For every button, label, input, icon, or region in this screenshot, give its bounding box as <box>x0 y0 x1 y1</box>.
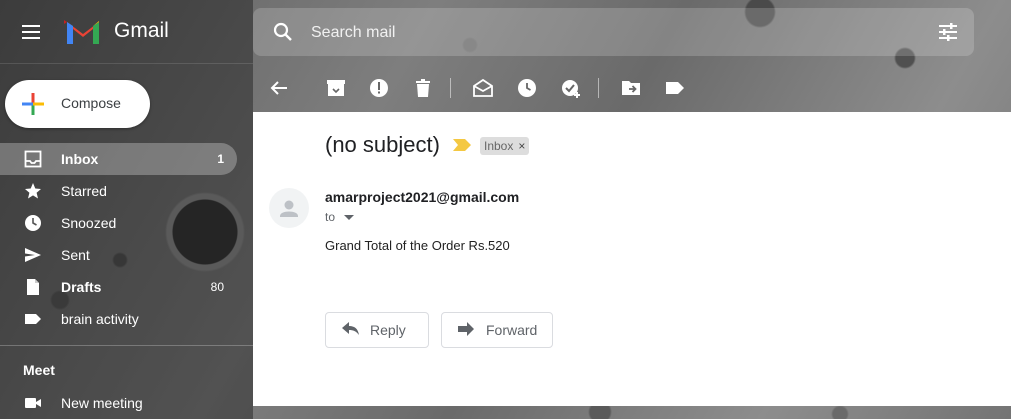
delete-icon[interactable] <box>411 76 435 100</box>
back-arrow-icon[interactable] <box>267 76 291 100</box>
sender-email[interactable]: amarproject2021@gmail.com <box>325 189 519 205</box>
new-meeting-label: New meeting <box>61 395 143 411</box>
gmail-logo-icon[interactable] <box>64 16 102 46</box>
add-to-tasks-icon[interactable] <box>559 76 583 100</box>
toolbar-divider <box>450 78 451 98</box>
compose-label: Compose <box>61 95 121 111</box>
archive-icon[interactable] <box>324 76 348 100</box>
sidebar-item-drafts[interactable]: Drafts 80 <box>0 271 237 303</box>
compose-button[interactable]: Compose <box>5 80 150 128</box>
unread-count: 1 <box>217 152 224 166</box>
remove-label-button[interactable]: × <box>518 139 525 153</box>
inbox-label-chip: Inbox × <box>480 137 530 155</box>
to-label: to <box>325 210 336 224</box>
send-icon <box>25 248 41 262</box>
header-divider <box>0 63 253 64</box>
sidebar-item-label: Drafts <box>61 279 102 295</box>
forward-button[interactable]: Forward <box>441 312 553 348</box>
mark-unread-icon[interactable] <box>471 76 495 100</box>
importance-marker-icon[interactable] <box>453 139 471 151</box>
chevron-down-icon <box>344 214 355 220</box>
sidebar-item-label: brain activity <box>61 311 139 327</box>
message-subject: (no subject) <box>325 132 440 157</box>
sidebar-item-label: Starred <box>61 183 107 199</box>
reply-icon <box>342 322 359 335</box>
label-icon <box>25 314 41 324</box>
sidebar-item-inbox[interactable]: Inbox 1 <box>0 143 237 175</box>
recipient-details-toggle[interactable]: to <box>325 210 355 224</box>
meet-header: Meet <box>23 362 55 378</box>
label-chip-text: Inbox <box>484 139 514 153</box>
toolbar-divider <box>598 78 599 98</box>
inbox-icon <box>24 150 42 168</box>
sidebar-item-sent[interactable]: Sent <box>0 239 237 271</box>
sidebar-item-brain-activity[interactable]: brain activity <box>0 303 237 335</box>
star-icon <box>25 183 41 199</box>
compose-plus-icon <box>22 93 44 115</box>
drafts-count: 80 <box>210 280 224 294</box>
reply-label: Reply <box>370 322 406 338</box>
message-body: Grand Total of the Order Rs.520 <box>325 238 510 253</box>
app-name[interactable]: Gmail <box>114 19 169 43</box>
forward-label: Forward <box>486 322 538 338</box>
search-options-icon[interactable] <box>936 20 960 44</box>
forward-icon <box>458 322 474 336</box>
avatar[interactable] <box>269 188 309 228</box>
sidebar-item-label: Snoozed <box>61 215 117 231</box>
meet-divider <box>0 345 253 346</box>
new-meeting-button[interactable]: New meeting <box>0 387 237 419</box>
report-spam-icon[interactable] <box>367 76 391 100</box>
sidebar-item-snoozed[interactable]: Snoozed <box>0 207 237 239</box>
sidebar-item-label: Sent <box>61 247 90 263</box>
search-input[interactable] <box>309 8 873 58</box>
search-icon[interactable] <box>271 20 295 44</box>
sidebar-item-label: Inbox <box>61 151 99 167</box>
main-menu-button[interactable] <box>18 18 46 46</box>
labels-icon[interactable] <box>663 76 687 100</box>
clock-icon <box>25 215 41 231</box>
move-to-icon[interactable] <box>619 76 643 100</box>
snooze-icon[interactable] <box>515 76 539 100</box>
search-bar[interactable] <box>253 8 974 58</box>
sidebar-item-starred[interactable]: Starred <box>0 175 237 207</box>
reply-button[interactable]: Reply <box>325 312 429 348</box>
video-camera-icon <box>25 398 41 408</box>
message-pane: (no subject) Inbox × amarproject2021@gmai… <box>253 112 1011 406</box>
person-icon <box>280 200 298 217</box>
draft-icon <box>27 279 39 295</box>
